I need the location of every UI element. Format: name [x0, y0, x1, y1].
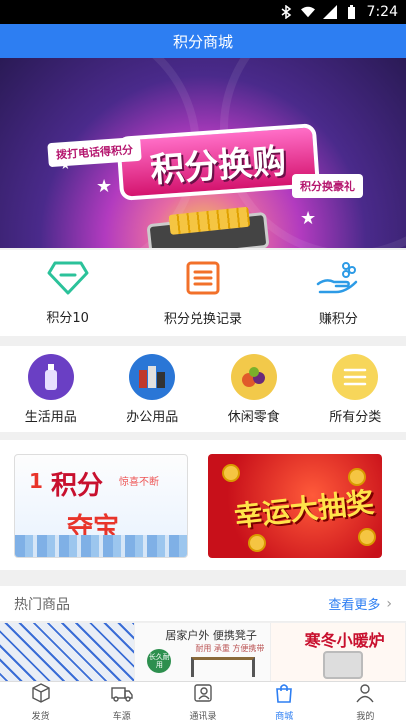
- truck-icon: [111, 683, 133, 707]
- hot-title: 热门商品: [14, 596, 70, 613]
- category-office[interactable]: 办公用品: [102, 346, 204, 432]
- toiletries-icon: [27, 353, 74, 400]
- promo-line1: 积分: [51, 471, 104, 501]
- page-title: 积分商城: [172, 32, 233, 51]
- menu-lines-icon: [332, 353, 379, 400]
- coin-icon: [222, 464, 240, 482]
- star-icon: ★: [96, 176, 113, 197]
- tab-mall[interactable]: 商城: [244, 682, 325, 722]
- chevron-right-icon: ›: [386, 595, 392, 612]
- category-label: 休闲零食: [227, 409, 280, 425]
- earn-points-label: 赚积分: [318, 311, 358, 327]
- tab-label: 商城: [275, 711, 294, 722]
- status-bar: 7:24: [0, 0, 406, 24]
- promo-line1-sub: 惊喜不断: [119, 477, 159, 488]
- product-strip: 居家户外 便携凳子 耐用 承重 方便携带 长久耐用 寒冬小暖炉: [0, 623, 406, 681]
- promo-lottery-text: 幸运大抽奖: [232, 485, 376, 534]
- promo-treasure[interactable]: 1 积分 惊喜不断 夺宝: [14, 454, 188, 558]
- hot-header: 热门商品 查看更多 ›: [0, 586, 406, 622]
- tab-label: 车源: [112, 711, 131, 722]
- shopping-bag-icon: [274, 683, 294, 707]
- points-balance[interactable]: 积分10: [0, 250, 135, 336]
- banner-tag-right: 积分换豪礼: [292, 174, 363, 198]
- tab-label: 通讯录: [189, 711, 217, 722]
- category-row: 生活用品 办公用品 休闲零食 所有分类: [0, 346, 406, 432]
- category-label: 所有分类: [329, 409, 382, 425]
- page-header: 积分商城: [0, 24, 406, 58]
- battery-icon: [345, 5, 359, 19]
- list-doc-icon: [185, 260, 221, 300]
- product-title: 居家户外 便携凳子: [165, 629, 257, 642]
- product-subtitle: 耐用 承重 方便携带: [195, 644, 265, 653]
- bluetooth-icon: [279, 5, 293, 19]
- points-label: 积分10: [46, 310, 89, 326]
- hand-coins-icon: [316, 260, 360, 300]
- product-badge: 长久耐用: [147, 649, 172, 673]
- city-skyline: [15, 535, 187, 557]
- product-card[interactable]: 居家户外 便携凳子 耐用 承重 方便携带 长久耐用: [135, 623, 271, 681]
- tab-contacts[interactable]: 通讯录: [162, 682, 243, 722]
- product-card[interactable]: [0, 623, 136, 681]
- category-daily[interactable]: 生活用品: [0, 346, 102, 432]
- quick-actions: 积分10 积分兑换记录 赚积分: [0, 250, 406, 336]
- product-card[interactable]: 寒冬小暖炉: [270, 623, 406, 681]
- coin-icon: [248, 534, 266, 552]
- tab-label: 发货: [31, 711, 50, 722]
- contacts-icon: [193, 683, 213, 707]
- category-snacks[interactable]: 休闲零食: [203, 346, 305, 432]
- status-time: 7:24: [366, 4, 398, 20]
- tab-ship[interactable]: 发货: [0, 682, 81, 722]
- view-more-link[interactable]: 查看更多 ›: [328, 594, 392, 614]
- tab-bar: 发货 车源 通讯录 商城 我的: [0, 681, 406, 722]
- wifi-icon: [300, 5, 315, 19]
- tab-vehicles[interactable]: 车源: [81, 682, 162, 722]
- box-icon: [31, 682, 51, 707]
- signal-icon: [322, 5, 337, 19]
- person-icon: [355, 683, 375, 707]
- earn-points[interactable]: 赚积分: [271, 250, 406, 336]
- stool-illustration: [191, 657, 256, 677]
- category-label: 生活用品: [24, 409, 77, 425]
- diamond-icon: [47, 261, 89, 299]
- category-label: 办公用品: [126, 409, 179, 425]
- category-all[interactable]: 所有分类: [305, 346, 406, 432]
- snacks-icon: [230, 353, 277, 400]
- banner[interactable]: ★ ★ ★ 积分换购 拨打电话得积分 积分换豪礼: [0, 58, 406, 248]
- heater-illustration: [322, 651, 363, 679]
- exchange-records-label: 积分兑换记录: [163, 311, 242, 327]
- tab-me[interactable]: 我的: [325, 682, 406, 722]
- promo-prefix: 1: [29, 469, 43, 493]
- promo-row: 1 积分 惊喜不断 夺宝 幸运大抽奖: [0, 440, 406, 570]
- exchange-records[interactable]: 积分兑换记录: [135, 250, 270, 336]
- promo-lottery[interactable]: 幸运大抽奖: [208, 454, 382, 558]
- office-supplies-icon: [129, 353, 176, 400]
- star-icon: ★: [300, 208, 317, 229]
- product-title: 寒冬小暖炉: [304, 631, 385, 650]
- view-more-label: 查看更多: [328, 598, 381, 613]
- coin-icon: [358, 528, 376, 546]
- tab-label: 我的: [356, 711, 375, 722]
